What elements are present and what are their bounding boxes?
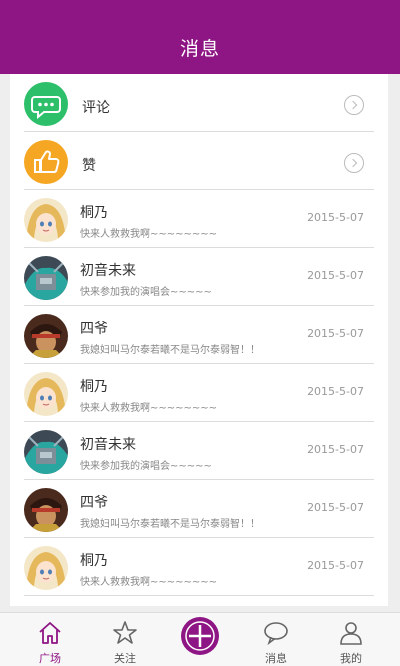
page-title: 消息	[179, 38, 220, 60]
message-preview: 快来人救救我啊~~~~~~~~	[80, 577, 218, 588]
person-icon	[340, 622, 362, 645]
message-preview: 我媳妇叫马尔泰若曦不是马尔泰弱智！！	[80, 345, 260, 356]
message-item[interactable]: 四爷 我媳妇叫马尔泰若曦不是马尔泰弱智！！ 2015-5-07	[24, 306, 374, 364]
avatar-kirino	[24, 198, 68, 242]
comments-row[interactable]: 评论	[24, 74, 374, 132]
chevron-right-icon	[344, 153, 364, 173]
tab-label: 我的	[340, 652, 362, 665]
message-date: 2015-5-07	[307, 443, 364, 456]
sender-name: 四爷	[80, 321, 108, 337]
message-item[interactable]: 初音未来 快来参加我的演唱会~~~~~ 2015-5-07	[24, 248, 374, 306]
tab-mine[interactable]: 我的	[316, 613, 386, 666]
message-list-card: 评论 赞 桐乃 快来人救救我啊~~~~~~~~ 2015-5-07 初音未来 快…	[10, 74, 388, 606]
message-date: 2015-5-07	[307, 269, 364, 282]
avatar-siye	[24, 314, 68, 358]
tab-label: 广场	[39, 652, 61, 665]
sender-name: 初音未来	[80, 437, 136, 453]
message-bubble-icon	[264, 622, 288, 646]
tab-follow[interactable]: 关注	[90, 613, 160, 666]
message-item[interactable]: 桐乃 快来人救救我啊~~~~~~~~ 2015-5-07	[24, 538, 374, 596]
plus-icon	[185, 621, 215, 651]
sender-name: 桐乃	[80, 205, 108, 221]
star-icon	[113, 621, 137, 644]
sender-name: 桐乃	[80, 553, 108, 569]
chevron-right-icon	[344, 95, 364, 115]
likes-label: 赞	[82, 158, 96, 174]
message-date: 2015-5-07	[307, 211, 364, 224]
message-item[interactable]: 四爷 我媳妇叫马尔泰若曦不是马尔泰弱智！！ 2015-5-07	[24, 480, 374, 538]
avatar-miku	[24, 256, 68, 300]
home-icon	[39, 622, 61, 644]
header-bar: 消息	[0, 0, 400, 74]
message-preview: 我媳妇叫马尔泰若曦不是马尔泰弱智！！	[80, 519, 260, 530]
tab-label: 消息	[265, 652, 287, 665]
tab-messages[interactable]: 消息	[241, 613, 311, 666]
message-date: 2015-5-07	[307, 501, 364, 514]
message-preview: 快来参加我的演唱会~~~~~	[80, 287, 212, 298]
likes-row[interactable]: 赞	[24, 132, 374, 190]
sender-name: 四爷	[80, 495, 108, 511]
thumbs-up-icon	[24, 140, 68, 184]
comments-label: 评论	[82, 100, 110, 116]
message-preview: 快来人救救我啊~~~~~~~~	[80, 229, 218, 240]
sender-name: 桐乃	[80, 379, 108, 395]
message-date: 2015-5-07	[307, 559, 364, 572]
publish-button[interactable]	[181, 617, 219, 655]
avatar-miku	[24, 430, 68, 474]
tab-label: 关注	[114, 652, 136, 665]
tab-square[interactable]: 广场	[15, 613, 85, 666]
avatar-kirino	[24, 372, 68, 416]
message-preview: 快来参加我的演唱会~~~~~	[80, 461, 212, 472]
message-date: 2015-5-07	[307, 327, 364, 340]
message-item[interactable]: 桐乃 快来人救救我啊~~~~~~~~ 2015-5-07	[24, 364, 374, 422]
message-preview: 快来人救救我啊~~~~~~~~	[80, 403, 218, 414]
message-item[interactable]: 初音未来 快来参加我的演唱会~~~~~ 2015-5-07	[24, 422, 374, 480]
avatar-siye	[24, 488, 68, 532]
avatar-kirino	[24, 546, 68, 590]
sender-name: 初音未来	[80, 263, 136, 279]
message-item[interactable]: 桐乃 快来人救救我啊~~~~~~~~ 2015-5-07	[24, 190, 374, 248]
comment-bubble-icon	[24, 82, 68, 126]
bottom-tab-bar: 广场 关注 消息 我的	[0, 612, 400, 666]
message-date: 2015-5-07	[307, 385, 364, 398]
